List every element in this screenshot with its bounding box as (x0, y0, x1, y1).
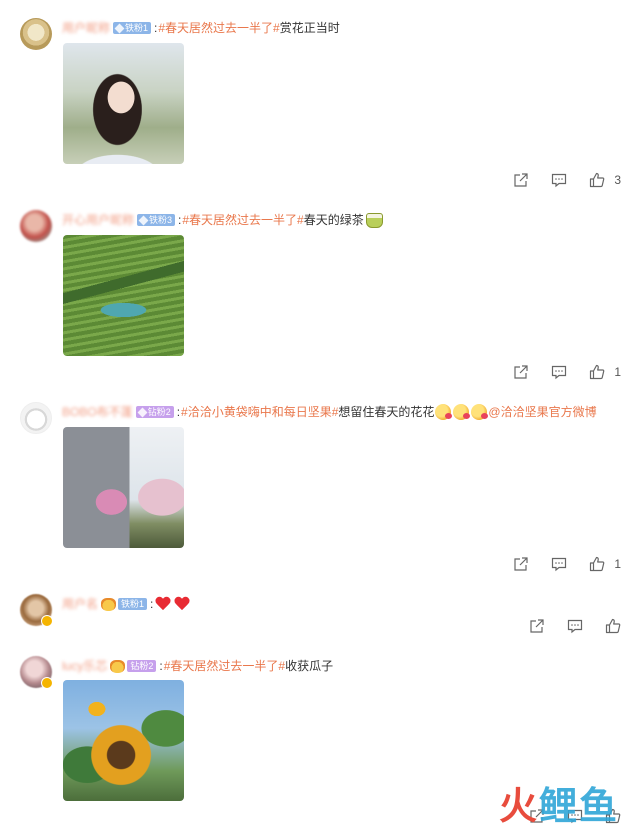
action-bar: 1 (491, 364, 621, 380)
comment-button[interactable] (567, 618, 583, 634)
topic-link[interactable]: #春天居然过去一半了# (164, 658, 285, 674)
comment-button[interactable] (551, 172, 567, 188)
like-button[interactable]: 3 (589, 172, 621, 188)
crown-icon (101, 597, 117, 611)
share-icon (514, 173, 528, 187)
comment-line: BOBO布不蓬 钻粉2 : #洽洽小黄袋嗨中和每日坚果# 想留住春天的花花 @洽… (62, 404, 597, 420)
fan-badge: 铁粉1 (113, 22, 152, 34)
comment-icon (552, 557, 567, 572)
comment-text: 收获瓜子 (285, 659, 334, 673)
avatar[interactable] (20, 210, 52, 242)
fan-badge: 钻粉2 (135, 406, 174, 418)
comment-text: 想留住春天的花花 (338, 405, 435, 419)
share-button[interactable] (513, 172, 529, 188)
comment-icon (552, 173, 567, 188)
share-button[interactable] (513, 556, 529, 572)
comment-text: 春天的绿茶 (303, 213, 364, 227)
kiss-emoji-icon (435, 404, 453, 420)
comment-icon (552, 365, 567, 380)
watermark-logo: 火鲤鱼 (498, 784, 619, 828)
fan-badge: 铁粉1 (118, 598, 148, 610)
avatar[interactable] (20, 402, 52, 434)
verified-badge-icon (41, 677, 53, 689)
avatar[interactable] (20, 594, 53, 627)
diamond-icon (138, 215, 149, 225)
username[interactable]: BOBO布不蓬 (62, 404, 133, 420)
comment-line: lucy乐芯 钻粉2 : #春天居然过去一半了# 收获瓜子 (62, 658, 334, 674)
like-button[interactable] (605, 618, 621, 634)
like-icon (590, 556, 605, 572)
action-bar (507, 618, 621, 634)
heart-emoji-icon (174, 597, 190, 611)
like-icon (590, 172, 605, 188)
topic-link[interactable]: #春天居然过去一半了# (158, 20, 279, 36)
action-bar: 3 (491, 172, 621, 188)
comment-button[interactable] (551, 556, 567, 572)
like-icon (590, 364, 605, 380)
username[interactable]: 用户名 (62, 596, 98, 612)
like-count: 1 (614, 365, 621, 379)
comment-photo[interactable] (63, 680, 184, 801)
share-icon (514, 365, 528, 379)
fan-badge: 钻粉2 (127, 660, 157, 672)
avatar[interactable] (20, 18, 52, 50)
comment-photo[interactable] (63, 43, 184, 164)
like-button[interactable]: 1 (589, 364, 621, 380)
like-count: 1 (614, 557, 621, 571)
action-bar: 1 (491, 556, 621, 572)
topic-link[interactable]: #洽洽小黄袋嗨中和每日坚果# (181, 404, 338, 420)
crown-icon (110, 659, 126, 673)
comment-line: 开心用户昵称 铁粉3 : #春天居然过去一半了# 春天的绿茶 (62, 212, 383, 228)
comment-text: 赏花正当时 (279, 21, 340, 35)
share-icon (530, 619, 544, 633)
comment-line: 用户名 铁粉1 : (62, 596, 190, 612)
avatar[interactable] (20, 656, 53, 689)
comment-icon (567, 619, 583, 634)
mention-link[interactable]: @洽洽坚果官方微博 (488, 404, 596, 420)
username[interactable]: 开心用户昵称 (62, 212, 134, 228)
share-button[interactable] (513, 364, 529, 380)
comment-photo[interactable] (63, 235, 184, 356)
like-icon (605, 618, 621, 634)
share-button[interactable] (529, 618, 545, 634)
heart-emoji-icon (155, 597, 171, 611)
tea-emoji-icon (365, 212, 383, 228)
username[interactable]: lucy乐芯 (62, 658, 107, 674)
comment-photo[interactable] (63, 427, 184, 548)
diamond-icon (137, 407, 148, 417)
share-icon (514, 557, 528, 571)
fan-badge: 铁粉3 (137, 214, 176, 226)
username[interactable]: 用户昵称 (62, 20, 110, 36)
kiss-emoji-icon (453, 404, 471, 420)
comment-button[interactable] (551, 364, 567, 380)
diamond-icon (114, 23, 125, 33)
verified-badge-icon (41, 615, 53, 627)
comment-line: 用户昵称 铁粉1 : #春天居然过去一半了# 赏花正当时 (62, 20, 340, 36)
topic-link[interactable]: #春天居然过去一半了# (182, 212, 303, 228)
kiss-emoji-icon (471, 404, 489, 420)
like-button[interactable]: 1 (589, 556, 621, 572)
like-count: 3 (614, 173, 621, 187)
